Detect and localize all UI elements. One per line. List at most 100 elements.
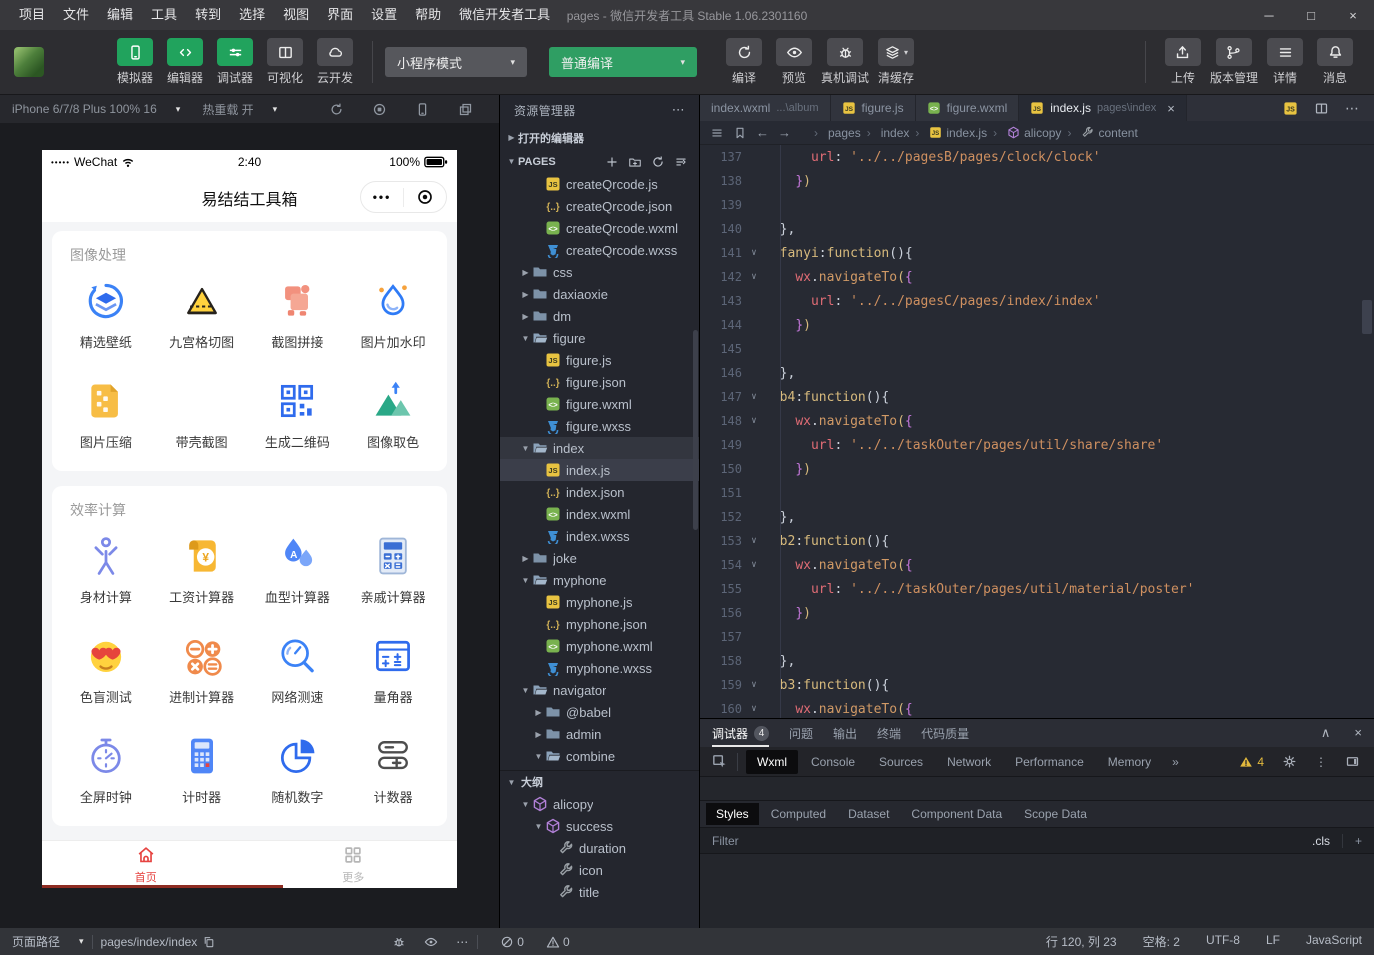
code-line[interactable]: 159 ∨ b3:function(){ bbox=[700, 673, 1374, 697]
tool-item[interactable]: 血型计算器 bbox=[250, 534, 346, 606]
devtools-tab[interactable]: Console bbox=[800, 750, 866, 774]
editor-tab[interactable]: figure.js bbox=[831, 95, 916, 121]
editor-tab[interactable]: index.js pages\index × bbox=[1019, 95, 1187, 121]
tree-item[interactable]: index.wxss bbox=[500, 525, 699, 547]
statusbar-item[interactable]: LF bbox=[1266, 933, 1280, 950]
styles-tab[interactable]: Dataset bbox=[838, 803, 899, 825]
inspect-element-icon[interactable] bbox=[711, 753, 728, 770]
tree-item[interactable]: ▶ @babel bbox=[500, 701, 699, 723]
debugger-tab[interactable]: 代码质量 bbox=[921, 719, 969, 747]
refresh-explorer-icon[interactable] bbox=[651, 155, 665, 169]
tool-item[interactable]: 色盲测试 bbox=[58, 634, 154, 706]
tool-item[interactable]: 网络测速 bbox=[250, 634, 346, 706]
tree-item[interactable]: figure.wxml bbox=[500, 393, 699, 415]
mode-select[interactable]: 小程序模式 ▾ bbox=[385, 47, 527, 77]
fold-icon[interactable]: ∨ bbox=[746, 560, 762, 570]
tool-item[interactable]: 图像取色 bbox=[345, 379, 441, 451]
tree-item[interactable]: ▶ dm bbox=[500, 305, 699, 327]
explorer-scrollbar[interactable] bbox=[693, 330, 698, 530]
toolbar-right-button[interactable]: 详情 bbox=[1260, 38, 1310, 86]
fold-icon[interactable]: ∨ bbox=[746, 416, 762, 426]
devtools-tab[interactable]: Sources bbox=[868, 750, 934, 774]
sim-float-window-icon[interactable] bbox=[458, 102, 473, 117]
tree-item[interactable]: index.wxml bbox=[500, 503, 699, 525]
close-tab-icon[interactable]: × bbox=[1167, 101, 1175, 116]
menu-item[interactable]: 微信开发者工具 bbox=[450, 0, 559, 30]
collapse-folders-icon[interactable] bbox=[674, 155, 688, 169]
code-line[interactable]: 156 }) bbox=[700, 601, 1374, 625]
warnings-indicator[interactable]: 4 bbox=[1239, 755, 1264, 769]
tree-item[interactable]: figure.js bbox=[500, 349, 699, 371]
status-more-icon[interactable]: ⋯ bbox=[456, 935, 469, 949]
exit-miniapp-button[interactable] bbox=[404, 188, 446, 206]
more-menu-button[interactable]: ••• bbox=[361, 190, 403, 204]
back-icon[interactable]: ← bbox=[756, 125, 769, 140]
wxml-tree-area[interactable] bbox=[700, 777, 1374, 801]
tree-item[interactable]: ▶ joke bbox=[500, 547, 699, 569]
tool-item[interactable]: 量角器 bbox=[345, 634, 441, 706]
sim-stop-icon[interactable] bbox=[372, 102, 387, 117]
split-editor-icon[interactable] bbox=[1314, 101, 1329, 116]
tabbar-item[interactable]: 更多 bbox=[250, 841, 458, 888]
tabbar-item[interactable]: 首页 bbox=[42, 841, 250, 888]
code-line[interactable]: 144 }) bbox=[700, 313, 1374, 337]
code-line[interactable]: 139 bbox=[700, 193, 1374, 217]
toolbar-right-button[interactable]: 版本管理 bbox=[1208, 38, 1260, 86]
debugger-tab[interactable]: 问题 bbox=[789, 719, 813, 747]
tree-item[interactable]: myphone.js bbox=[500, 591, 699, 613]
compile-select[interactable]: 普通编译 ▾ bbox=[549, 47, 697, 77]
tool-item[interactable]: 随机数字 bbox=[250, 734, 346, 806]
tree-item[interactable]: figure.wxss bbox=[500, 415, 699, 437]
devtools-tab[interactable]: Performance bbox=[1004, 750, 1095, 774]
action-button[interactable]: ▾ 清缓存 bbox=[871, 38, 921, 86]
code-line[interactable]: 151 bbox=[700, 481, 1374, 505]
statusbar-item[interactable]: 行 120, 列 23 bbox=[1046, 933, 1117, 950]
hot-reload-toggle[interactable]: 热重载 开▾ bbox=[202, 101, 277, 118]
code-line[interactable]: 152 }, bbox=[700, 505, 1374, 529]
panel-toggle-button[interactable]: 模拟器 bbox=[110, 38, 160, 86]
code-line[interactable]: 155 url: '../../taskOuter/pages/util/mat… bbox=[700, 577, 1374, 601]
status-bug-icon[interactable] bbox=[392, 935, 406, 949]
tree-item[interactable]: ▼ figure bbox=[500, 327, 699, 349]
statusbar-item[interactable]: JavaScript bbox=[1306, 933, 1362, 950]
code-line[interactable]: 149 url: '../../taskOuter/pages/util/sha… bbox=[700, 433, 1374, 457]
tree-item[interactable]: myphone.wxml bbox=[500, 635, 699, 657]
dock-side-icon[interactable] bbox=[1345, 754, 1360, 769]
more-tabs-icon[interactable]: » bbox=[1162, 755, 1189, 769]
tree-item[interactable]: ▶ css bbox=[500, 261, 699, 283]
tool-item[interactable]: 图片压缩 bbox=[58, 379, 154, 451]
breadcrumb-item[interactable]: content bbox=[1061, 126, 1137, 140]
devtools-menu-icon[interactable]: ⋮ bbox=[1315, 755, 1327, 769]
styles-tab[interactable]: Scope Data bbox=[1014, 803, 1097, 825]
panel-toggle-button[interactable]: 调试器 bbox=[210, 38, 260, 86]
copy-icon[interactable] bbox=[202, 935, 216, 949]
tool-item[interactable]: 精选壁纸 bbox=[58, 279, 154, 351]
code-line[interactable]: 147 ∨ b4:function(){ bbox=[700, 385, 1374, 409]
menu-item[interactable]: 界面 bbox=[318, 0, 362, 30]
new-folder-icon[interactable] bbox=[628, 155, 642, 169]
open-editors-row[interactable]: ▶ 打开的编辑器 bbox=[500, 125, 699, 150]
editor-tab[interactable]: index.wxml ...\album bbox=[700, 95, 831, 121]
code-line[interactable]: 140 }, bbox=[700, 217, 1374, 241]
debugger-tab[interactable]: 输出 bbox=[833, 719, 857, 747]
tool-item[interactable]: 生成二维码 bbox=[250, 379, 346, 451]
editor-more-icon[interactable]: ⋯ bbox=[1345, 100, 1360, 117]
outline-list-icon[interactable] bbox=[710, 126, 724, 140]
menu-item[interactable]: 编辑 bbox=[98, 0, 142, 30]
forward-icon[interactable]: → bbox=[778, 125, 791, 140]
styles-content-area[interactable] bbox=[700, 854, 1374, 928]
outline-item[interactable]: ▼ alicopy bbox=[500, 793, 699, 815]
menu-item[interactable]: 文件 bbox=[54, 0, 98, 30]
toolbar-right-button[interactable]: 上传 bbox=[1158, 38, 1208, 86]
panel-toggle-button[interactable]: 云开发 bbox=[310, 38, 360, 86]
code-line[interactable]: 160 ∨ wx.navigateTo({ bbox=[700, 697, 1374, 718]
code-line[interactable]: 158 }, bbox=[700, 649, 1374, 673]
tree-item[interactable]: ▼ combine bbox=[500, 745, 699, 767]
tool-item[interactable]: 亲戚计算器 bbox=[345, 534, 441, 606]
status-eye-icon[interactable] bbox=[424, 935, 438, 949]
tree-item[interactable]: createQrcode.json bbox=[500, 195, 699, 217]
outline-item[interactable]: ▼ success bbox=[500, 815, 699, 837]
tree-item[interactable]: myphone.wxss bbox=[500, 657, 699, 679]
breadcrumb-item[interactable]: index.js bbox=[909, 126, 987, 140]
code-line[interactable]: 143 url: '../../pagesC/pages/index/index… bbox=[700, 289, 1374, 313]
